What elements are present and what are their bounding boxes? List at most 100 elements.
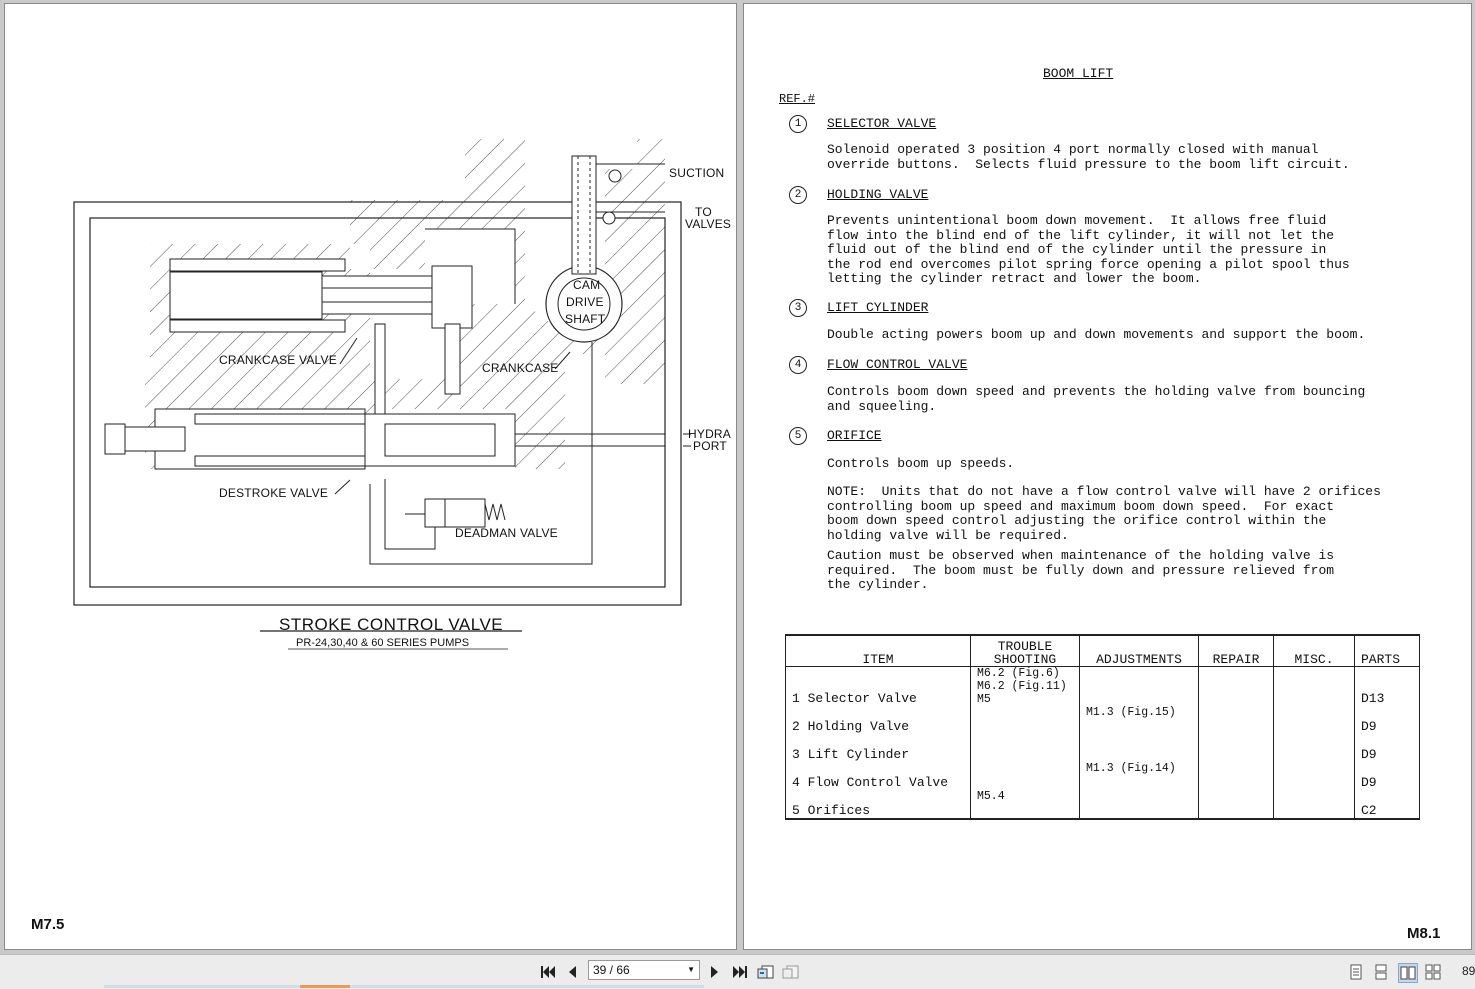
last-page-button[interactable] (731, 963, 749, 981)
section-body: Controls boom up speeds. (827, 456, 1015, 471)
cell-repair (1198, 762, 1274, 790)
section-body: Controls boom down speed and prevents th… (827, 384, 1366, 414)
previous-page-button[interactable] (563, 963, 581, 981)
label-crankcase-valve: CRANKCASE VALVE (219, 353, 337, 367)
cell-adjustments (1079, 790, 1199, 820)
section-title: SELECTOR VALVE (827, 116, 937, 131)
cell-item: 2 Holding Valve (785, 706, 971, 734)
header-parts: PARTS (1354, 634, 1420, 667)
label-shaft: SHAFT (565, 312, 606, 326)
table-row: 3 Lift Cylinder D9 (785, 734, 1420, 762)
header-adjustments: ADJUSTMENTS (1079, 634, 1199, 667)
single-page-view-button[interactable] (1347, 963, 1365, 981)
label-cam: CAM (573, 278, 601, 292)
cell-parts: D13 (1354, 666, 1420, 706)
cell-misc (1273, 790, 1355, 820)
header-misc: MISC. (1273, 634, 1355, 667)
cell-repair (1198, 666, 1274, 706)
chevron-down-icon: ▼ (687, 965, 695, 974)
last-page-icon (733, 966, 747, 978)
section-number: 2 (789, 186, 807, 204)
cell-misc (1273, 706, 1355, 734)
section-body: Solenoid operated 3 position 4 port norm… (827, 142, 1350, 172)
zoom-level[interactable]: 89 (1462, 964, 1475, 978)
two-page-continuous-view-button[interactable] (1424, 963, 1442, 981)
right-page: BOOM LIFT REF.# 1 SELECTOR VALVE Solenoi… (743, 3, 1472, 950)
cell-adjustments (1079, 666, 1199, 706)
previous-view-button[interactable] (757, 963, 775, 981)
page-number-left: M7.5 (31, 916, 65, 933)
reference-table: ITEM TROUBLE SHOOTING ADJUSTMENTS REPAIR … (785, 634, 1420, 820)
section-title: ORIFICE (827, 428, 882, 443)
caution-text: Caution must be observed when maintenanc… (827, 548, 1335, 592)
first-page-icon (541, 966, 555, 978)
diagram-title: STROKE CONTROL VALVE (279, 615, 504, 634)
continuous-view-button[interactable] (1372, 963, 1390, 981)
cell-item: 5 Orifices (785, 790, 971, 820)
section-number: 5 (789, 427, 807, 445)
label-crankcase: CRANKCASE (482, 361, 559, 375)
previous-page-icon (569, 966, 576, 978)
label-drive: DRIVE (566, 295, 604, 309)
table-row: 4 Flow Control Valve M1.3 (Fig.14) D9 (785, 762, 1420, 790)
diagram-subtitle: PR-24,30,40 & 60 SERIES PUMPS (296, 637, 470, 649)
cell-troubleshooting: M6.2 (Fig.6) M6.2 (Fig.11) M5 (970, 666, 1080, 706)
next-page-icon (711, 966, 718, 978)
header-repair: REPAIR (1198, 634, 1274, 667)
section-title: HOLDING VALVE (827, 187, 929, 202)
ref-label: REF.# (779, 92, 816, 106)
stroke-control-valve-diagram (73, 139, 691, 650)
cell-parts: D9 (1354, 762, 1420, 790)
label-port: PORT (693, 439, 727, 453)
cell-misc (1273, 762, 1355, 790)
cell-adjustments (1079, 734, 1199, 762)
cell-repair (1198, 790, 1274, 820)
page-heading: BOOM LIFT (1043, 66, 1114, 81)
two-page-icon (1400, 966, 1416, 980)
cell-troubleshooting: M5.4 (970, 790, 1080, 820)
header-item: ITEM (785, 634, 971, 667)
two-page-view-button[interactable] (1398, 963, 1418, 983)
next-view-button[interactable] (782, 963, 800, 981)
section-title: LIFT CYLINDER (827, 300, 929, 315)
cell-troubleshooting (970, 734, 1080, 762)
section-number: 1 (789, 115, 807, 133)
cell-adjustments: M1.3 (Fig.15) (1079, 706, 1199, 734)
table-row: 5 Orifices M5.4 C2 (785, 790, 1420, 820)
note-text: NOTE: Units that do not have a flow cont… (827, 484, 1381, 543)
label-suction: SUCTION (669, 166, 725, 180)
previous-view-icon (757, 965, 774, 979)
header-troubleshooting: TROUBLE SHOOTING (970, 634, 1080, 667)
cell-misc (1273, 734, 1355, 762)
left-page: SUCTION TO VALVES CAM DRIVE SHAFT CRANKC… (4, 3, 737, 950)
first-page-button[interactable] (539, 963, 557, 981)
page-number-select[interactable]: 39 / 66 ▼ (588, 960, 700, 980)
label-destroke-valve: DESTROKE VALVE (219, 486, 329, 500)
table-row: 2 Holding Valve M1.3 (Fig.15) D9 (785, 706, 1420, 734)
two-page-continuous-icon (1425, 964, 1441, 980)
section-body: Double acting powers boom up and down mo… (827, 327, 1366, 342)
page-number-right: M8.1 (1407, 925, 1441, 942)
cell-parts: D9 (1354, 706, 1420, 734)
cell-adjustments: M1.3 (Fig.14) (1079, 762, 1199, 790)
cell-troubleshooting (970, 706, 1080, 734)
cell-item: 4 Flow Control Valve (785, 762, 971, 790)
cell-parts: D9 (1354, 734, 1420, 762)
section-number: 3 (789, 299, 807, 317)
page-indicator: 39 / 66 (593, 963, 630, 977)
header-ts-line2: SHOOTING (993, 652, 1057, 667)
section-title: FLOW CONTROL VALVE (827, 357, 968, 372)
cell-repair (1198, 734, 1274, 762)
table-row: 1 Selector Valve M6.2 (Fig.6) M6.2 (Fig.… (785, 666, 1420, 706)
next-page-button[interactable] (706, 963, 724, 981)
cell-repair (1198, 706, 1274, 734)
continuous-page-icon (1375, 964, 1387, 980)
cell-parts: C2 (1354, 790, 1420, 820)
cell-item: 1 Selector Valve (785, 666, 971, 706)
label-deadman-valve: DEADMAN VALVE (455, 526, 558, 540)
cell-misc (1273, 666, 1355, 706)
label-valves: VALVES (685, 217, 732, 231)
next-view-icon (782, 965, 799, 979)
single-page-icon (1350, 964, 1362, 980)
cell-item: 3 Lift Cylinder (785, 734, 971, 762)
